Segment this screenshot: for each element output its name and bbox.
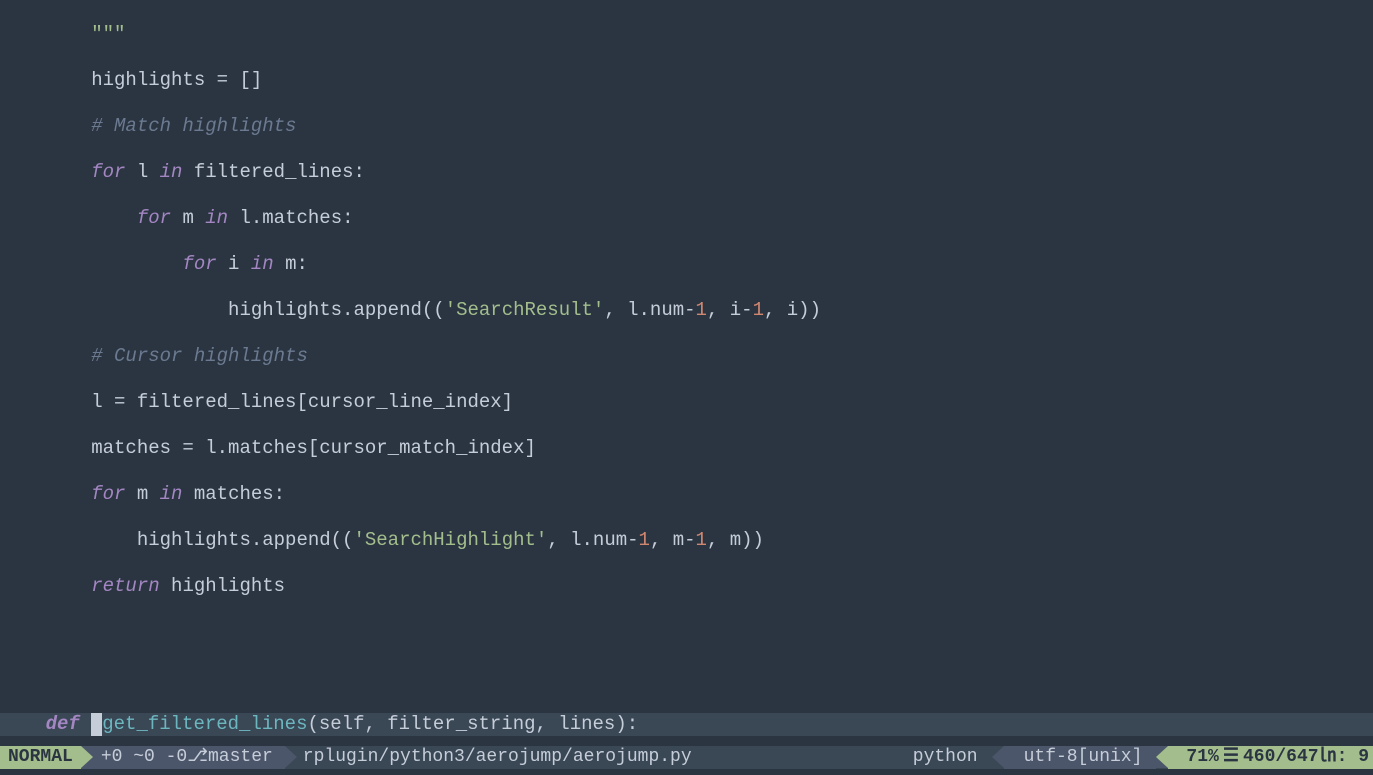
branch-icon: ⎇ — [187, 746, 208, 769]
keyword: for — [137, 207, 171, 229]
git-hunks: +0 ~0 -0 ⎇ master — [81, 746, 285, 769]
keyword: for — [182, 253, 216, 275]
cursor — [91, 713, 102, 736]
mode-indicator: NORMAL — [0, 746, 81, 769]
comment: # Cursor highlights — [91, 345, 308, 367]
keyword: in — [160, 483, 183, 505]
command-line[interactable] — [0, 769, 1373, 775]
linecol-icon: ㏑ — [1319, 746, 1337, 769]
keyword: for — [91, 483, 125, 505]
keyword: return — [91, 575, 159, 597]
keyword: in — [251, 253, 274, 275]
code-line: matches = l.matches[cursor_match_index] — [0, 437, 536, 459]
number: 1 — [753, 299, 764, 321]
separator-icon — [285, 746, 297, 768]
code-line: """ — [0, 23, 125, 45]
statusline: NORMAL +0 ~0 -0 ⎇ master rplugin/python3… — [0, 746, 1373, 769]
filetype: python — [899, 746, 992, 769]
git-branch: master — [208, 746, 273, 769]
file-path: rplugin/python3/aerojump/aerojump.py — [285, 746, 899, 769]
lines-icon: ☰ — [1219, 746, 1243, 769]
number: 1 — [696, 299, 707, 321]
separator-icon — [1156, 746, 1168, 768]
separator-icon — [81, 746, 93, 768]
keyword: for — [91, 161, 125, 183]
comment: # Match highlights — [91, 115, 296, 137]
string: 'SearchHighlight' — [353, 529, 547, 551]
string: 'SearchResult' — [445, 299, 605, 321]
code-line: highlights = [] — [0, 69, 262, 91]
separator-icon — [992, 746, 1004, 768]
code-line: l = filtered_lines[cursor_line_index] — [0, 391, 513, 413]
encoding: utf-8[unix] — [1004, 746, 1157, 769]
keyword: in — [160, 161, 183, 183]
keyword-def: def — [46, 713, 80, 735]
number: 1 — [696, 529, 707, 551]
cursor-line: def get_filtered_lines(self, filter_stri… — [0, 713, 1373, 736]
number: 1 — [639, 529, 650, 551]
function-name: get_filtered_lines — [102, 713, 307, 735]
position-info: 71% ☰ 460/647 ㏑ : 9 — [1168, 746, 1373, 769]
keyword: in — [205, 207, 228, 229]
code-editor[interactable]: """ highlights = [] # Match highlights f… — [0, 0, 1373, 752]
